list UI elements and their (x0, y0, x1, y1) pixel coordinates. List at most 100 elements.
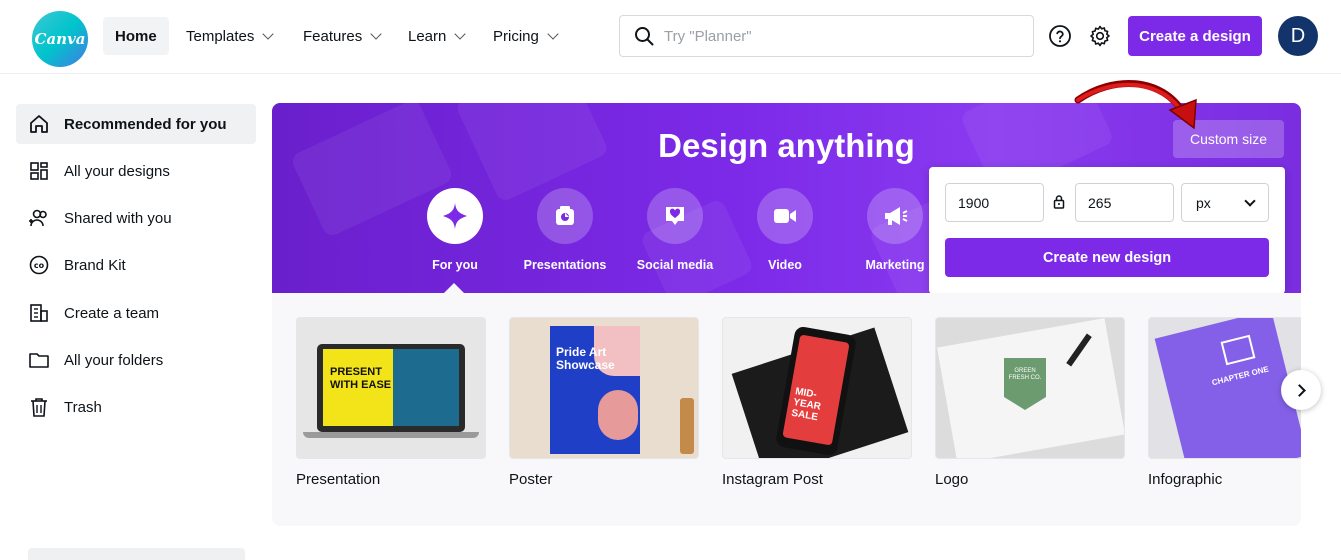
avatar[interactable]: D (1278, 16, 1318, 56)
carousel-next-button[interactable] (1281, 370, 1321, 410)
nav-templates-label: Templates (186, 27, 255, 45)
top-navigation-bar: Canva Home Templates Features Learn Pric… (0, 0, 1341, 74)
logo-thumbnail: GREEN FRESH CO. (935, 317, 1125, 459)
active-category-caret (444, 283, 464, 293)
unit-select[interactable]: px (1181, 183, 1269, 222)
custom-size-popover: px Create new design (929, 167, 1285, 294)
nav-home-label: Home (115, 27, 157, 45)
sidebar-item-label: Brand Kit (64, 256, 126, 274)
sidebar-item-brand-kit[interactable]: co Brand Kit (16, 245, 256, 285)
create-a-design-button[interactable]: Create a design (1128, 16, 1262, 56)
lock-icon[interactable] (1053, 194, 1065, 209)
chevron-down-icon (370, 28, 382, 40)
red-arrow-annotation-icon (1074, 80, 1197, 130)
category-video[interactable]: Video (730, 188, 840, 272)
nav-learn-label: Learn (408, 27, 447, 45)
slide-headline: PRESENT WITH EASE (330, 366, 392, 391)
infographic-sheet (1154, 318, 1301, 458)
chevron-right-icon (1292, 383, 1306, 397)
presentation-icon (556, 206, 574, 225)
help-button[interactable] (1048, 24, 1072, 48)
template-label: Logo (935, 471, 969, 488)
sidebar-item-label: Trash (64, 398, 102, 416)
sidebar-item-label: Recommended for you (64, 115, 227, 133)
sidebar-item-trash[interactable]: Trash (16, 387, 256, 427)
poster-headline: Pride Art Showcase (556, 345, 615, 372)
category-social-media[interactable]: Social media (620, 188, 730, 272)
page-right-edge (1328, 74, 1341, 560)
poster-thumbnail: Pride Art Showcase (509, 317, 699, 459)
search-icon (635, 27, 654, 46)
template-label: Presentation (296, 471, 381, 488)
nav-learn[interactable]: Learn (396, 17, 476, 55)
logo-text: GREEN FRESH CO. (1008, 368, 1042, 381)
video-camera-icon (774, 209, 796, 223)
nav-templates[interactable]: Templates (174, 17, 284, 55)
presentation-thumbnail: PRESENT WITH EASE (296, 317, 486, 459)
svg-text:co: co (34, 261, 45, 270)
template-card-presentation[interactable]: PRESENT WITH EASE Presentation (296, 317, 486, 488)
sidebar-item-folders[interactable]: All your folders (16, 340, 256, 380)
instagram-post-thumbnail: MID-YEAR SALE (722, 317, 912, 459)
building-icon (30, 304, 48, 322)
category-for-you[interactable]: For you (400, 188, 510, 272)
template-card-poster[interactable]: Pride Art Showcase Poster (509, 317, 699, 488)
infographic-thumbnail: CHAPTER ONE (1148, 317, 1301, 459)
sidebar-bottom-panel (28, 548, 245, 560)
category-label: Video (768, 258, 802, 272)
template-card-logo[interactable]: GREEN FRESH CO. Logo (935, 317, 1125, 488)
category-icon-circle (647, 188, 703, 244)
help-circle-icon (1049, 25, 1071, 47)
sidebar-item-recommended[interactable]: Recommended for you (16, 104, 256, 144)
category-icon-circle (427, 188, 483, 244)
sidebar-item-label: Create a team (64, 304, 160, 322)
nav-home[interactable]: Home (103, 17, 169, 55)
page-title: Design anything (658, 127, 915, 164)
nav-pricing[interactable]: Pricing (481, 17, 569, 55)
megaphone-icon (885, 207, 908, 225)
template-label: Infographic (1148, 471, 1223, 488)
settings-button[interactable] (1088, 24, 1112, 48)
category-label: For you (432, 258, 478, 272)
sidebar-item-create-team[interactable]: Create a team (16, 293, 256, 333)
template-card-infographic[interactable]: CHAPTER ONE Infographic (1148, 317, 1301, 488)
search-input[interactable] (664, 27, 1004, 45)
grid-icon (30, 162, 48, 180)
template-label: Instagram Post (722, 471, 823, 488)
nav-pricing-label: Pricing (493, 27, 539, 45)
unit-select-value: px (1196, 194, 1211, 211)
home-icon (30, 115, 48, 133)
category-icon-circle (537, 188, 593, 244)
sidebar-item-all-designs[interactable]: All your designs (16, 151, 256, 191)
chevron-down-icon (547, 28, 559, 40)
sidebar-item-label: Shared with you (64, 209, 172, 227)
template-carousel: PRESENT WITH EASE Presentation Pride Art… (272, 293, 1301, 526)
category-label: Presentations (523, 258, 607, 272)
create-new-design-button[interactable]: Create new design (945, 238, 1269, 277)
category-icon-circle (867, 188, 923, 244)
chevron-down-icon (1244, 194, 1256, 207)
trash-icon (31, 398, 47, 417)
nav-features[interactable]: Features (291, 17, 392, 55)
gear-icon (1090, 25, 1110, 47)
category-label: Marketing (865, 258, 925, 272)
width-input[interactable] (945, 183, 1044, 222)
category-presentations[interactable]: Presentations (510, 188, 620, 272)
canva-logo[interactable]: Canva (32, 11, 88, 67)
sidebar-item-shared[interactable]: Shared with you (16, 198, 256, 238)
nav-features-label: Features (303, 27, 363, 45)
category-icon-circle (757, 188, 813, 244)
height-input[interactable] (1075, 183, 1174, 222)
people-add-icon (29, 209, 47, 227)
laptop-base (303, 432, 479, 438)
chevron-down-icon (454, 28, 467, 40)
sidebar-item-label: All your folders (64, 351, 164, 369)
slide-photo (393, 349, 459, 426)
sidebar-item-label: All your designs (64, 162, 170, 180)
poster-shape (598, 390, 638, 440)
category-label: Social media (636, 258, 714, 272)
template-card-instagram-post[interactable]: MID-YEAR SALE Instagram Post (722, 317, 912, 488)
folder-icon (29, 353, 49, 368)
search-box[interactable] (619, 15, 1034, 57)
pencil-cup (680, 398, 694, 454)
